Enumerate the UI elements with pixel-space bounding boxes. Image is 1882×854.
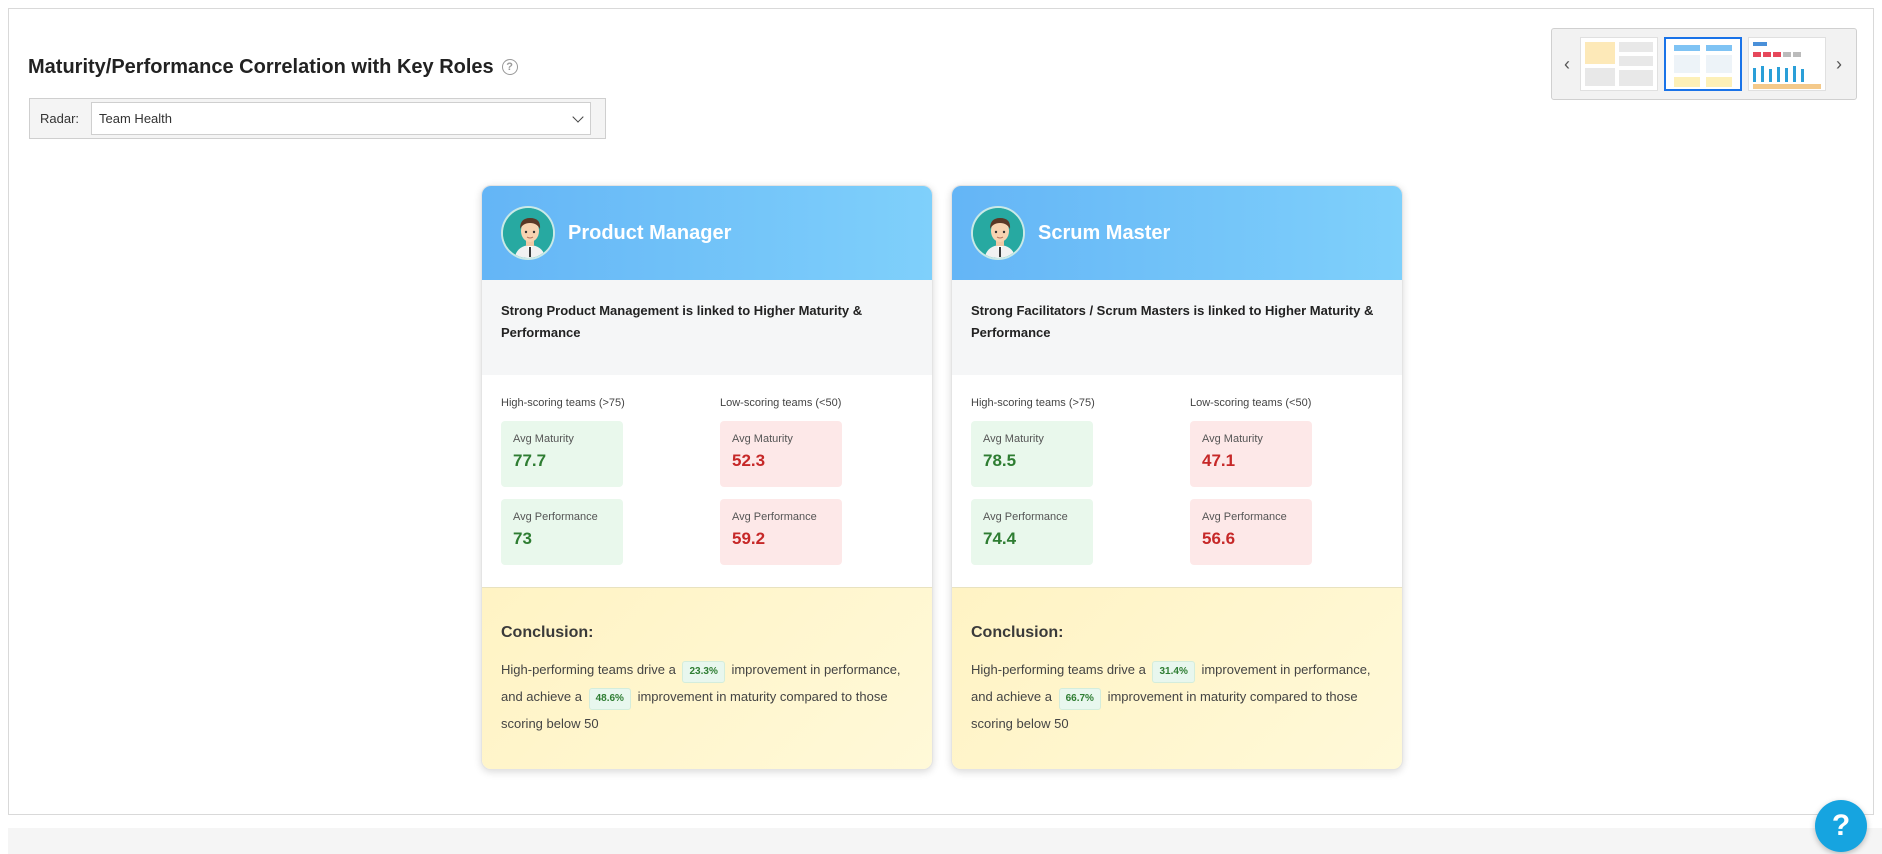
thumbnail-carousel: ‹ ›	[1551, 28, 1857, 100]
role-name: Product Manager	[568, 221, 732, 244]
stat-label: Avg Performance	[983, 511, 1068, 523]
maturity-improvement-badge: 66.7%	[1058, 688, 1101, 710]
avatar-icon	[971, 206, 1025, 260]
conclusion-text: High-performing teams drive a 31.4% impr…	[971, 656, 1383, 737]
stat-high-maturity: Avg Maturity 78.5	[971, 421, 1093, 487]
conclusion-part-1: High-performing teams drive a	[501, 662, 676, 677]
performance-improvement-badge: 23.3%	[682, 661, 725, 683]
low-scoring-header: Low-scoring teams (<50)	[1190, 397, 1312, 409]
low-scoring-header: Low-scoring teams (<50)	[720, 397, 842, 409]
metrics-section: High-scoring teams (>75) Avg Maturity 78…	[952, 375, 1402, 587]
card-header: Scrum Master	[952, 186, 1402, 280]
radar-label: Radar:	[40, 111, 80, 126]
maturity-improvement-badge: 48.6%	[588, 688, 631, 710]
stat-value: 77.7	[513, 451, 547, 470]
conclusion-part-1: High-performing teams drive a	[971, 662, 1146, 677]
help-icon[interactable]: ?	[501, 59, 518, 75]
low-scoring-column: Low-scoring teams (<50) Avg Maturity 47.…	[1190, 397, 1390, 577]
conclusion-title: Conclusion:	[501, 624, 594, 641]
radar-select-value: Team Health	[99, 111, 173, 126]
role-name: Scrum Master	[1038, 221, 1171, 244]
carousel-prev-button[interactable]: ‹	[1560, 54, 1574, 74]
avatar-icon	[501, 206, 555, 260]
stat-label: Avg Performance	[732, 511, 817, 523]
stat-low-maturity: Avg Maturity 47.1	[1190, 421, 1312, 487]
page-title: Maturity/Performance Correlation with Ke…	[28, 55, 494, 78]
stat-low-performance: Avg Performance 59.2	[720, 499, 842, 565]
stat-label: Avg Maturity	[732, 433, 793, 445]
stat-high-performance: Avg Performance 73	[501, 499, 623, 565]
stat-high-maturity: Avg Maturity 77.7	[501, 421, 623, 487]
stat-value: 73	[513, 529, 532, 548]
high-scoring-header: High-scoring teams (>75)	[501, 397, 625, 409]
stat-value: 47.1	[1202, 451, 1236, 470]
stat-value: 78.5	[983, 451, 1017, 470]
stat-high-performance: Avg Performance 74.4	[971, 499, 1093, 565]
carousel-next-button[interactable]: ›	[1832, 54, 1846, 74]
high-scoring-header: High-scoring teams (>75)	[971, 397, 1095, 409]
stat-label: Avg Maturity	[1202, 433, 1263, 445]
thumbnail-1[interactable]	[1580, 37, 1658, 91]
conclusion-title: Conclusion:	[971, 624, 1064, 641]
stat-value: 59.2	[732, 529, 766, 548]
thumbnail-2[interactable]	[1664, 37, 1742, 91]
role-statement: Strong Facilitators / Scrum Masters is l…	[952, 280, 1402, 375]
chevron-down-icon	[572, 110, 584, 123]
low-scoring-column: Low-scoring teams (<50) Avg Maturity 52.…	[720, 397, 920, 577]
footer-band	[8, 828, 1882, 854]
stat-low-maturity: Avg Maturity 52.3	[720, 421, 842, 487]
conclusion-section: Conclusion: High-performing teams drive …	[952, 587, 1402, 769]
stat-label: Avg Maturity	[513, 433, 574, 445]
stat-label: Avg Performance	[1202, 511, 1287, 523]
stat-value: 52.3	[732, 451, 766, 470]
conclusion-text: High-performing teams drive a 23.3% impr…	[501, 656, 913, 737]
stat-label: Avg Performance	[513, 511, 598, 523]
radar-select[interactable]: Team Health	[91, 102, 592, 135]
title-row: Maturity/Performance Correlation with Ke…	[28, 54, 518, 80]
high-scoring-column: High-scoring teams (>75) Avg Maturity 78…	[971, 397, 1171, 577]
stat-low-performance: Avg Performance 56.6	[1190, 499, 1312, 565]
card-header: Product Manager	[482, 186, 932, 280]
high-scoring-column: High-scoring teams (>75) Avg Maturity 77…	[501, 397, 701, 577]
conclusion-section: Conclusion: High-performing teams drive …	[482, 587, 932, 769]
stat-value: 74.4	[983, 529, 1017, 548]
performance-improvement-badge: 31.4%	[1152, 661, 1195, 683]
role-card-product-manager: Product Manager Strong Product Managemen…	[481, 185, 933, 770]
help-button[interactable]: ?	[1815, 800, 1867, 852]
metrics-section: High-scoring teams (>75) Avg Maturity 77…	[482, 375, 932, 587]
role-statement: Strong Product Management is linked to H…	[482, 280, 932, 375]
stat-value: 56.6	[1202, 529, 1236, 548]
stat-label: Avg Maturity	[983, 433, 1044, 445]
role-card-scrum-master: Scrum Master Strong Facilitators / Scrum…	[951, 185, 1403, 770]
thumbnail-3[interactable]	[1748, 37, 1826, 91]
radar-filter: Radar: Team Health	[29, 98, 606, 139]
